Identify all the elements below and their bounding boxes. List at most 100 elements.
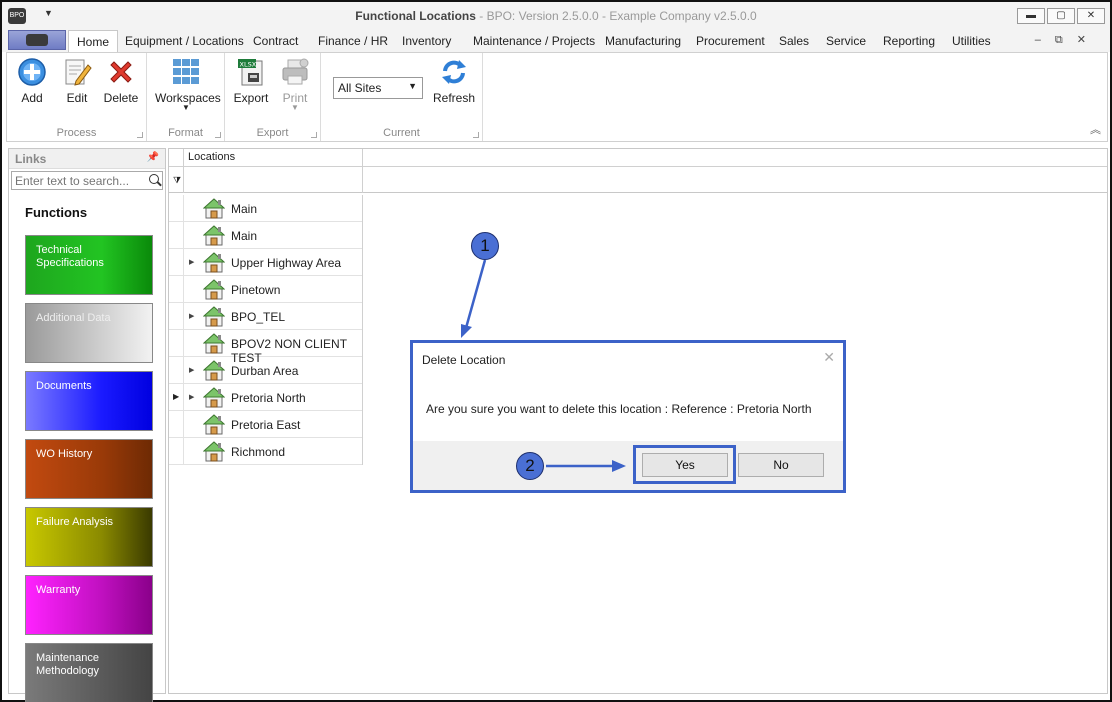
row-indicator-icon: ▶ — [173, 392, 180, 401]
collapse-ribbon-icon[interactable]: ︽ — [1090, 121, 1101, 137]
window-title-version: - BPO: Version 2.5.0.0 - Example Company… — [475, 9, 757, 23]
print-icon — [280, 57, 310, 87]
close-window-button[interactable]: ✕ — [1077, 8, 1105, 24]
location-name: Pretoria East — [231, 418, 301, 432]
mdi-window-controls[interactable]: –⧉✕ — [1035, 33, 1100, 47]
tile-wo-history[interactable]: WO History — [25, 439, 153, 499]
table-row[interactable]: Main — [169, 195, 363, 222]
expand-row-icon[interactable]: ▶ — [189, 312, 194, 320]
yes-button[interactable]: Yes — [642, 453, 728, 477]
application-menu-button[interactable] — [8, 30, 66, 50]
window-title-main: Functional Locations — [355, 9, 476, 23]
ribbon-group-export: XLSX Export Print ▼ Export — [225, 53, 321, 141]
table-row[interactable]: ▶ Upper Highway Area — [169, 249, 363, 276]
process-group-label: Process — [56, 127, 97, 139]
add-icon — [17, 57, 47, 87]
tab-maintenance-projects[interactable]: Maintenance / Projects — [473, 34, 595, 48]
search-icon[interactable] — [149, 174, 159, 184]
filter-icon: ⧩ — [173, 175, 182, 185]
grid-header: Locations — [169, 149, 1107, 167]
app-window: BPO ▼ Functional Locations - BPO: Versio… — [0, 0, 1112, 702]
functions-title: Functions — [25, 205, 88, 220]
tile-warranty[interactable]: Warranty — [25, 575, 153, 635]
table-row[interactable]: ▶ ▶ Pretoria North — [169, 384, 363, 411]
print-button[interactable]: Print ▼ — [277, 57, 313, 112]
table-row[interactable]: BPOV2 NON CLIENT TEST — [169, 330, 363, 365]
tab-finance-hr[interactable]: Finance / HR — [318, 34, 388, 48]
location-house-icon — [202, 252, 226, 273]
minimize-button[interactable]: ▬ — [1017, 8, 1045, 24]
tile-technical-specifications[interactable]: Technical Specifications — [25, 235, 153, 295]
table-row[interactable]: Pinetown — [169, 276, 363, 303]
workspaces-dropdown-icon: ▼ — [182, 103, 190, 112]
links-search-box — [11, 171, 163, 190]
no-button[interactable]: No — [738, 453, 824, 477]
pin-icon[interactable]: 📌 — [147, 152, 159, 163]
links-title: Links — [15, 152, 47, 166]
refresh-button[interactable]: Refresh — [431, 57, 477, 105]
add-button[interactable]: Add — [15, 57, 49, 105]
tile-additional-data[interactable]: Additional Data — [25, 303, 153, 363]
table-row[interactable]: Richmond — [169, 438, 363, 465]
dialog-close-icon[interactable]: ✕ — [823, 349, 835, 366]
tab-utilities[interactable]: Utilities — [952, 34, 991, 48]
tab-reporting[interactable]: Reporting — [883, 34, 935, 48]
location-house-icon — [202, 225, 226, 246]
location-name: Upper Highway Area — [231, 256, 342, 270]
app-menu-logo-icon — [26, 34, 48, 46]
tab-inventory[interactable]: Inventory — [402, 34, 451, 48]
location-name: Main — [231, 229, 258, 243]
table-row[interactable]: Main — [169, 222, 363, 249]
expand-row-icon[interactable]: ▶ — [189, 366, 194, 374]
tab-sales[interactable]: Sales — [779, 34, 809, 48]
tab-contract[interactable]: Contract — [253, 34, 298, 48]
expand-row-icon[interactable]: ▶ — [189, 258, 194, 266]
location-house-icon — [202, 414, 226, 435]
links-search-input[interactable] — [12, 172, 142, 189]
callout-2: 2 — [516, 452, 544, 480]
tile-maintenance-methodology[interactable]: Maintenance Methodology — [25, 643, 153, 702]
workspaces-button[interactable]: Workspaces ▼ — [155, 57, 221, 112]
location-name: Pinetown — [231, 283, 281, 297]
location-house-icon — [202, 198, 226, 219]
export-group-launcher-icon[interactable] — [311, 132, 317, 138]
location-house-icon — [202, 306, 226, 327]
tab-service[interactable]: Service — [826, 34, 866, 48]
svg-text:XLSX: XLSX — [240, 61, 257, 69]
tab-home[interactable]: Home — [68, 30, 119, 53]
export-button[interactable]: XLSX Export — [231, 57, 271, 105]
refresh-icon — [439, 57, 469, 87]
current-group-launcher-icon[interactable] — [473, 132, 479, 138]
tab-procurement[interactable]: Procurement — [696, 34, 765, 48]
delete-icon — [106, 57, 136, 87]
grid-filter-row: ⧩ — [169, 167, 1107, 193]
locations-filter-cell[interactable] — [183, 167, 363, 193]
dialog-footer: Yes No — [413, 441, 843, 490]
tab-manufacturing[interactable]: Manufacturing — [605, 34, 681, 48]
callout-1: 1 — [471, 232, 499, 260]
process-group-launcher-icon[interactable] — [137, 132, 143, 138]
ribbon-tab-bar: Home Equipment / Locations Contract Fina… — [2, 30, 1110, 53]
expand-row-icon[interactable]: ▶ — [189, 393, 194, 401]
edit-button[interactable]: Edit — [61, 57, 93, 105]
column-header-locations[interactable]: Locations — [183, 149, 363, 167]
current-group-label: Current — [383, 127, 420, 139]
export-excel-icon: XLSX — [236, 57, 266, 87]
window-title: Functional Locations - BPO: Version 2.5.… — [2, 9, 1110, 23]
table-row[interactable]: ▶ Durban Area — [169, 357, 363, 384]
location-name: Richmond — [231, 445, 286, 459]
tab-equipment-locations[interactable]: Equipment / Locations — [125, 34, 244, 48]
refresh-label: Refresh — [432, 91, 476, 105]
site-select-value: All Sites — [338, 81, 382, 95]
tile-failure-analysis[interactable]: Failure Analysis — [25, 507, 153, 567]
tile-documents[interactable]: Documents — [25, 371, 153, 431]
location-name: Pretoria North — [231, 391, 306, 405]
delete-location-dialog: Delete Location ✕ Are you sure you want … — [410, 340, 846, 493]
table-row[interactable]: Pretoria East — [169, 411, 363, 438]
site-select[interactable]: All Sites ▼ — [333, 77, 423, 99]
table-row[interactable]: ▶ BPO_TEL — [169, 303, 363, 330]
format-group-launcher-icon[interactable] — [215, 132, 221, 138]
location-name: Durban Area — [231, 364, 299, 378]
delete-button[interactable]: Delete — [103, 57, 139, 105]
maximize-button[interactable]: ▢ — [1047, 8, 1075, 24]
